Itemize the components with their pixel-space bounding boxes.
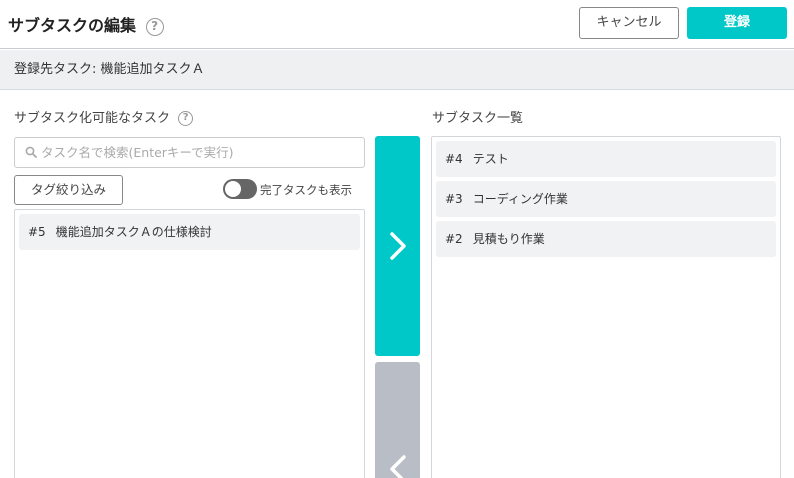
- dialog-title-text: サブタスクの編集: [8, 16, 137, 35]
- toggle-knob: [225, 181, 241, 197]
- tag-filter-button[interactable]: タグ絞り込み: [14, 175, 123, 205]
- search-input[interactable]: [41, 138, 361, 167]
- task-number: #4: [445, 152, 463, 166]
- help-icon[interactable]: ?: [145, 17, 164, 36]
- list-item[interactable]: #2 見積もり作業: [436, 221, 776, 257]
- task-name: 機能追加タスクＡの仕様検討: [55, 225, 212, 239]
- task-name: 見積もり作業: [472, 232, 545, 246]
- target-task-bar: 登録先タスク: 機能追加タスクＡ: [0, 50, 794, 90]
- search-icon: [25, 146, 37, 158]
- task-number: #3: [445, 192, 463, 206]
- help-icon[interactable]: ?: [178, 111, 194, 126]
- chevron-left-icon: [390, 455, 406, 478]
- available-tasks-list: #5 機能追加タスクＡの仕様検討: [14, 209, 365, 478]
- task-name: コーディング作業: [472, 192, 568, 206]
- available-tasks-heading: サブタスク化可能なタスク ?: [14, 107, 194, 126]
- task-name: テスト: [472, 152, 509, 166]
- list-item[interactable]: #5 機能追加タスクＡの仕様検討: [19, 214, 360, 250]
- task-number: #5: [28, 225, 46, 239]
- list-item[interactable]: #4 テスト: [436, 141, 776, 177]
- move-right-button[interactable]: [375, 136, 420, 356]
- move-left-button[interactable]: [375, 362, 420, 478]
- cancel-button[interactable]: キャンセル: [579, 7, 679, 39]
- dialog-header: サブタスクの編集 ? キャンセル 登録: [0, 0, 794, 49]
- show-completed-toggle[interactable]: [223, 179, 257, 199]
- search-box: [14, 137, 365, 168]
- subtask-list-heading: サブタスク一覧: [432, 111, 524, 126]
- subtask-list: #4 テスト #3 コーディング作業 #2 見積もり作業: [431, 136, 781, 478]
- task-number: #2: [445, 232, 463, 246]
- available-tasks-heading-text: サブタスク化可能なタスク: [14, 111, 171, 126]
- show-completed-label: 完了タスクも表示: [260, 183, 352, 197]
- chevron-right-icon: [390, 232, 406, 260]
- submit-button[interactable]: 登録: [687, 7, 787, 39]
- dialog-title: サブタスクの編集 ?: [8, 12, 164, 36]
- list-item[interactable]: #3 コーディング作業: [436, 181, 776, 217]
